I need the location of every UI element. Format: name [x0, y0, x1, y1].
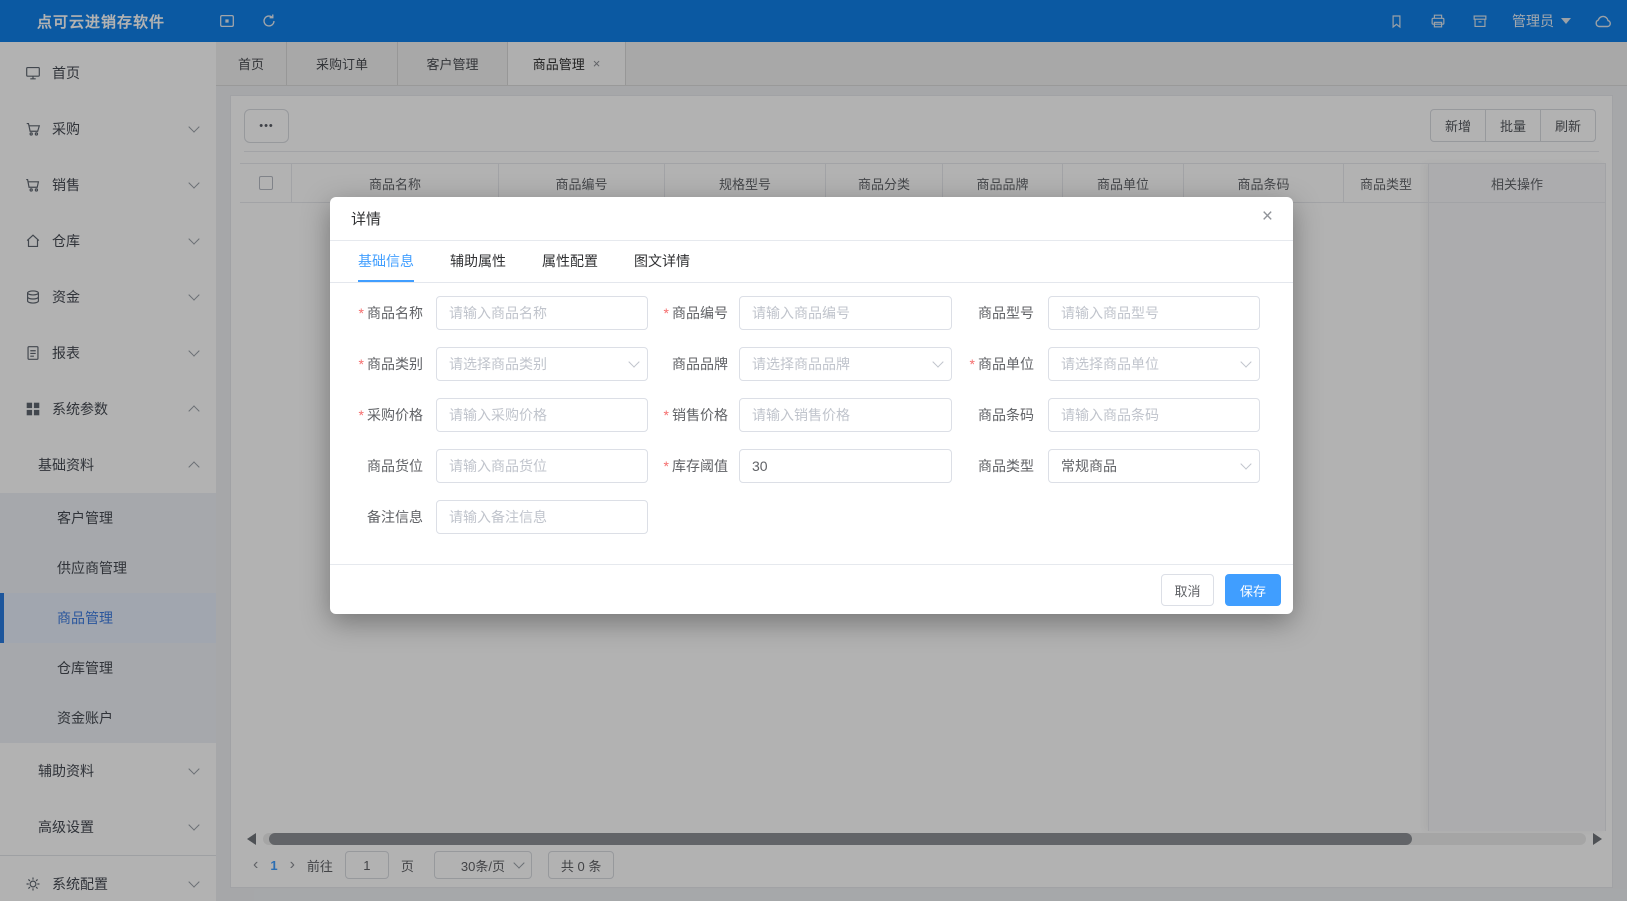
field-label: *商品类别 — [330, 347, 423, 381]
select-value[interactable] — [1048, 449, 1260, 483]
tab-image-text-detail[interactable]: 图文详情 — [634, 241, 690, 282]
shelf-location-input[interactable] — [436, 449, 648, 483]
product-code-input[interactable] — [739, 296, 952, 330]
label-text: 销售价格 — [672, 405, 728, 425]
field-label: 商品货位 — [330, 449, 423, 483]
label-text: 商品名称 — [367, 303, 423, 323]
field-label: *商品编号 — [630, 296, 728, 330]
required-mark: * — [664, 458, 669, 474]
modal-header: 详情 × — [330, 197, 1293, 241]
label-text: 库存阈值 — [672, 456, 728, 476]
product-unit-select[interactable] — [1048, 347, 1260, 381]
label-text: 商品编号 — [672, 303, 728, 323]
modal-form: *商品名称 *商品编号 商品型号 *商品类别 商品品牌 *商品单位 *采购价格 — [330, 283, 1293, 564]
field-label: *库存阈值 — [630, 449, 728, 483]
field-label: 商品型号 — [930, 296, 1034, 330]
product-model-input[interactable] — [1048, 296, 1260, 330]
label-text: 商品型号 — [978, 303, 1034, 323]
field-label: *商品单位 — [930, 347, 1034, 381]
required-mark: * — [664, 305, 669, 321]
required-mark: * — [664, 407, 669, 423]
required-mark: * — [359, 407, 364, 423]
label-text: 商品品牌 — [672, 354, 728, 374]
required-mark: * — [970, 356, 975, 372]
product-brand-select[interactable] — [739, 347, 952, 381]
modal-title: 详情 — [351, 208, 381, 229]
app-screen: 点可云进销存软件 管理员 — [0, 0, 1627, 901]
field-label: 商品条码 — [930, 398, 1034, 432]
close-icon[interactable]: × — [1262, 207, 1273, 226]
sale-price-input[interactable] — [739, 398, 952, 432]
select-value[interactable] — [436, 347, 648, 381]
select-value[interactable] — [1048, 347, 1260, 381]
product-type-select[interactable] — [1048, 449, 1260, 483]
select-value[interactable] — [739, 347, 952, 381]
field-label: *商品名称 — [330, 296, 423, 330]
tab-basic-info[interactable]: 基础信息 — [358, 241, 414, 282]
tab-aux-attributes[interactable]: 辅助属性 — [450, 241, 506, 282]
stock-threshold-input[interactable] — [739, 449, 952, 483]
label-text: 商品条码 — [978, 405, 1034, 425]
label-text: 采购价格 — [367, 405, 423, 425]
field-label: *采购价格 — [330, 398, 423, 432]
product-category-select[interactable] — [436, 347, 648, 381]
field-label: 备注信息 — [330, 500, 423, 534]
label-text: 备注信息 — [367, 507, 423, 527]
required-mark: * — [359, 356, 364, 372]
barcode-input[interactable] — [1048, 398, 1260, 432]
field-label: *销售价格 — [630, 398, 728, 432]
tab-attribute-config[interactable]: 属性配置 — [542, 241, 598, 282]
product-name-input[interactable] — [436, 296, 648, 330]
detail-modal: 详情 × 基础信息 辅助属性 属性配置 图文详情 *商品名称 *商品编号 商品型… — [330, 197, 1293, 614]
label-text: 商品货位 — [367, 456, 423, 476]
required-mark: * — [359, 305, 364, 321]
label-text: 商品类别 — [367, 354, 423, 374]
cancel-button[interactable]: 取消 — [1161, 574, 1214, 606]
purchase-price-input[interactable] — [436, 398, 648, 432]
save-button[interactable]: 保存 — [1225, 574, 1281, 606]
modal-footer: 取消 保存 — [330, 564, 1293, 614]
remark-input[interactable] — [436, 500, 648, 534]
label-text: 商品类型 — [978, 456, 1034, 476]
field-label: 商品品牌 — [630, 347, 728, 381]
label-text: 商品单位 — [978, 354, 1034, 374]
modal-tabs: 基础信息 辅助属性 属性配置 图文详情 — [330, 241, 1293, 283]
field-label: 商品类型 — [930, 449, 1034, 483]
